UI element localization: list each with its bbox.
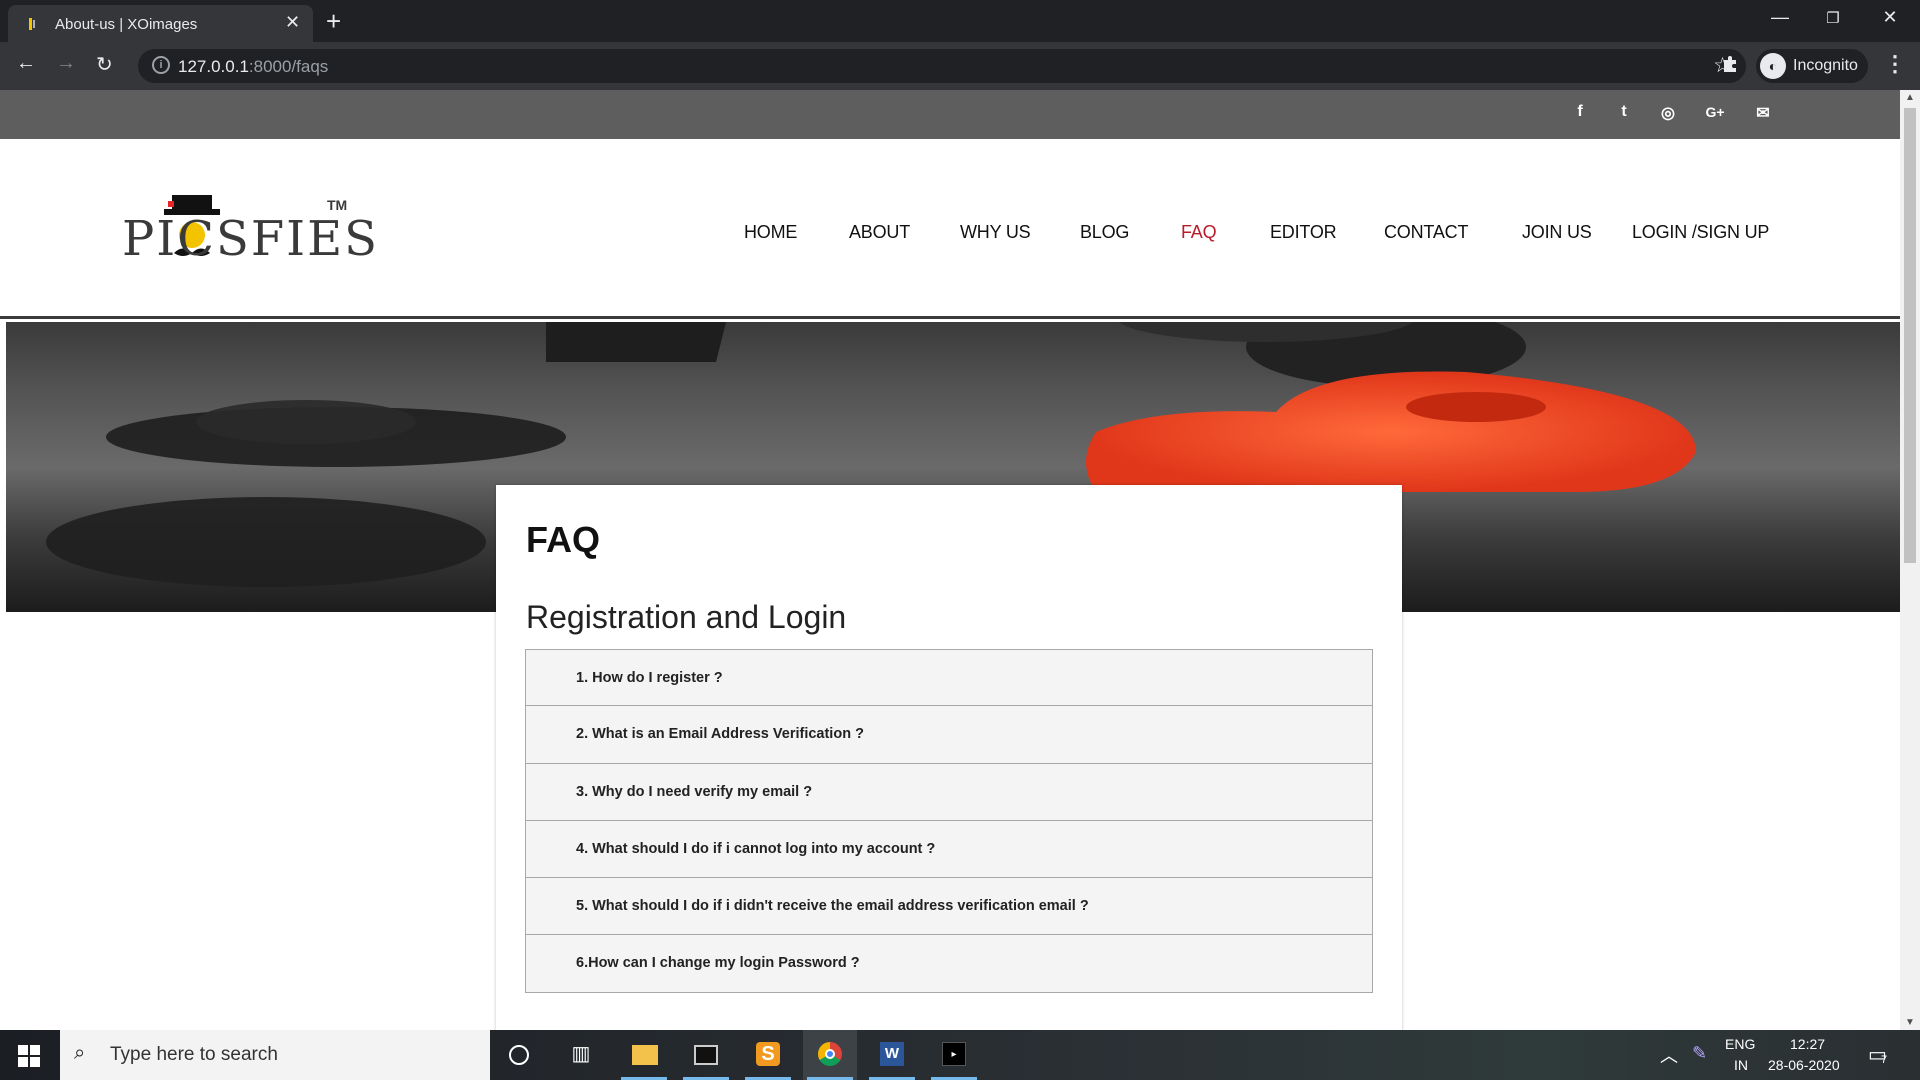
faq-item[interactable]: 4. What should I do if i cannot log into…	[525, 820, 1373, 879]
faq-question: 5. What should I do if i didn't receive …	[576, 898, 1089, 915]
clock-date[interactable]: 28-06-2020	[1768, 1057, 1840, 1073]
restore-button[interactable]: ❐	[1813, 9, 1853, 27]
page-viewport: f t ◎ G+ ✉ PICSFIES TM HOME ABOUT WHY US…	[0, 90, 1900, 1030]
chrome-center-icon	[825, 1049, 835, 1059]
nav-contact[interactable]: CONTACT	[1384, 222, 1468, 243]
sublime-text-icon: S	[756, 1042, 780, 1066]
task-view-button[interactable]: ▥	[554, 1030, 608, 1080]
nav-why-us[interactable]: WHY US	[960, 222, 1031, 243]
url-path: :8000/faqs	[248, 57, 329, 76]
nav-editor[interactable]: EDITOR	[1270, 222, 1337, 243]
faq-question: 3. Why do I need verify my email ?	[576, 783, 813, 800]
incognito-indicator[interactable]: ◐ Incognito	[1756, 49, 1868, 83]
browser-toolbar: ← → ↻ i 127.0.0.1:8000/faqs ☆ ◐ Incognit…	[0, 42, 1920, 90]
faq-item[interactable]: 6.How can I change my login Password ?	[525, 935, 1373, 993]
logo-text: PICSFIES	[122, 211, 380, 267]
windows-taskbar: ⌕ Type here to search ▥ S W ▸ ︿ ✎ ENG IN…	[0, 1030, 1920, 1080]
terminal-icon	[694, 1045, 718, 1065]
faq-question: 1. How do I register ?	[576, 670, 723, 686]
url-host: 127.0.0.1	[178, 57, 249, 76]
address-bar[interactable]: i 127.0.0.1:8000/faqs ☆	[138, 49, 1746, 83]
site-logo[interactable]: PICSFIES TM	[122, 191, 377, 281]
language-indicator[interactable]: ENG	[1725, 1036, 1755, 1052]
faq-item[interactable]: 1. How do I register ?	[525, 649, 1373, 707]
instagram-icon[interactable]: ◎	[1656, 103, 1680, 123]
logo-trademark: TM	[327, 197, 348, 213]
email-icon[interactable]: ✉	[1751, 103, 1775, 123]
close-tab-icon[interactable]: ✕	[285, 12, 300, 33]
faq-accordion: 1. How do I register ? 2. What is an Ema…	[525, 649, 1373, 993]
scroll-thumb[interactable]	[1904, 108, 1916, 563]
notification-count: 7	[1881, 1054, 1888, 1066]
show-hidden-icons-icon[interactable]: ︿	[1660, 1042, 1678, 1068]
close-window-button[interactable]: ✕	[1870, 7, 1910, 28]
pen-icon[interactable]: ✎	[1692, 1043, 1707, 1064]
nav-home[interactable]: HOME	[744, 222, 797, 243]
windows-start-icon[interactable]	[18, 1045, 40, 1067]
nav-blog[interactable]: BLOG	[1080, 222, 1129, 243]
incognito-icon: ◐	[1760, 53, 1786, 79]
taskbar-media-app[interactable]: ▸	[927, 1030, 981, 1080]
incognito-label: Incognito	[1793, 57, 1858, 74]
nav-join-us[interactable]: JOIN US	[1522, 222, 1592, 243]
tab-title: About-us | XOimages	[55, 16, 198, 33]
taskbar-file-explorer[interactable]	[617, 1030, 671, 1080]
page-title: FAQ	[526, 519, 601, 560]
taskbar-terminal[interactable]	[679, 1030, 733, 1080]
browser-tab-strip: About-us | XOimages ✕ + — ❐ ✕	[0, 0, 1920, 42]
forward-icon[interactable]: →	[56, 52, 76, 75]
twitter-icon[interactable]: t	[1612, 103, 1636, 121]
extensions-icon[interactable]	[1720, 54, 1740, 74]
nav-faq[interactable]: FAQ	[1181, 222, 1217, 243]
google-plus-icon[interactable]: G+	[1703, 104, 1727, 120]
taskbar-chrome[interactable]	[803, 1030, 857, 1080]
faq-question: 4. What should I do if i cannot log into…	[576, 840, 936, 857]
facebook-icon[interactable]: f	[1568, 103, 1592, 121]
page-scrollbar[interactable]: ▲ ▼	[1900, 90, 1920, 1030]
minimize-button[interactable]: —	[1760, 7, 1800, 28]
cortana-button[interactable]	[492, 1030, 546, 1080]
folder-icon	[632, 1045, 658, 1065]
faq-item[interactable]: 5. What should I do if i didn't receive …	[525, 878, 1373, 936]
search-placeholder: Type here to search	[110, 1044, 278, 1065]
taskbar-search-box[interactable]: ⌕ Type here to search	[60, 1030, 490, 1080]
browser-tab[interactable]: About-us | XOimages ✕	[8, 5, 313, 42]
clock-time[interactable]: 12:27	[1790, 1036, 1825, 1052]
section-heading: Registration and Login	[526, 599, 847, 635]
site-favicon-icon	[29, 18, 35, 30]
media-app-icon: ▸	[942, 1042, 966, 1066]
reload-icon[interactable]: ↻	[96, 52, 113, 77]
back-icon[interactable]: ←	[16, 52, 36, 75]
region-indicator: IN	[1734, 1057, 1748, 1073]
cortana-circle-icon	[509, 1045, 529, 1065]
nav-login-signup[interactable]: LOGIN /SIGN UP	[1632, 222, 1769, 243]
scroll-down-arrow-icon[interactable]: ▼	[1905, 1017, 1915, 1028]
scroll-up-arrow-icon[interactable]: ▲	[1905, 92, 1915, 103]
site-header: PICSFIES TM HOME ABOUT WHY US BLOG FAQ E…	[0, 139, 1900, 319]
url-text: 127.0.0.1:8000/faqs	[178, 57, 328, 77]
faq-item[interactable]: 2. What is an Email Address Verification…	[525, 706, 1373, 764]
social-topbar: f t ◎ G+ ✉	[0, 90, 1900, 139]
task-view-icon: ▥	[571, 1043, 591, 1065]
faq-card: FAQ Registration and Login 1. How do I r…	[496, 485, 1402, 1030]
faq-question: 6.How can I change my login Password ?	[576, 955, 860, 972]
browser-menu-icon[interactable]: ⋮	[1884, 51, 1906, 77]
word-icon: W	[880, 1042, 904, 1066]
taskbar-sublime-text[interactable]: S	[741, 1030, 795, 1080]
faq-item[interactable]: 3. Why do I need verify my email ?	[525, 763, 1373, 821]
site-info-icon[interactable]: i	[152, 56, 170, 74]
nav-about[interactable]: ABOUT	[849, 222, 910, 243]
faq-question: 2. What is an Email Address Verification…	[576, 726, 864, 743]
search-icon: ⌕	[74, 1042, 86, 1064]
new-tab-button[interactable]: +	[326, 6, 341, 37]
taskbar-word[interactable]: W	[865, 1030, 919, 1080]
